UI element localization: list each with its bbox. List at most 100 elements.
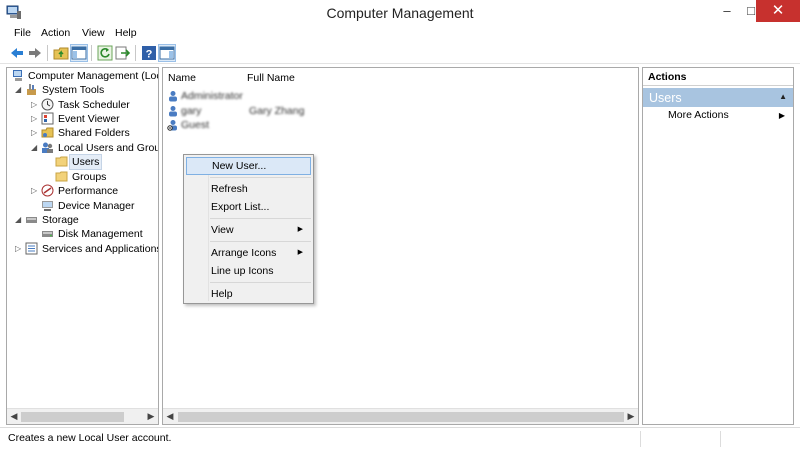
scroll-right-icon[interactable]: ▶ [625,411,637,422]
disk-icon [42,231,53,237]
user-full-name: Gary Zhang [249,105,305,117]
user-name: gary [181,105,202,117]
menu-separator [210,218,311,219]
folder-icon [55,171,68,182]
scroll-right-icon[interactable]: ▶ [145,411,157,422]
tree-label: Storage [42,214,79,226]
scrollbar-thumb[interactable] [178,412,624,422]
collapse-arrow-icon[interactable]: ◢ [15,83,23,97]
menu-item-export-list[interactable]: Export List... [186,198,311,216]
menu-item-view[interactable]: View ▶ [186,221,311,239]
folder-icon [55,156,68,167]
menu-file[interactable]: File [14,27,31,39]
close-button[interactable]: ✕ [756,0,800,22]
tree-label: Computer Management (Local [28,70,159,82]
tree-label: Groups [72,171,107,183]
tree-label: Shared Folders [58,127,130,139]
shared-folder-icon [41,127,54,138]
menu-item-refresh[interactable]: Refresh [186,180,311,198]
user-account-icon [169,91,177,102]
expand-arrow-icon[interactable]: ▷ [31,112,39,126]
show-hide-tree-icon[interactable] [70,44,88,62]
tree-label: Disk Management [58,228,143,240]
actions-header: Actions [643,68,793,86]
forward-arrow-icon[interactable] [27,45,43,61]
context-menu: New User... Refresh Export List... View … [183,154,314,304]
expand-arrow-icon[interactable]: ▷ [31,126,39,140]
services-icon [25,242,38,255]
menu-separator [210,241,311,242]
status-bar: Creates a new Local User account. [0,427,800,450]
status-text: Creates a new Local User account. [8,432,172,444]
menu-item-label: View [211,224,234,236]
collapse-arrow-icon[interactable]: ◢ [15,213,23,227]
device-manager-icon [42,201,53,211]
console-tree-pane[interactable]: Computer Management (Local ◢ System Tool… [6,67,159,425]
tree-label: Services and Applications [42,243,159,255]
column-header-full-name[interactable]: Full Name [247,72,295,84]
scrollbar-thumb[interactable] [21,412,124,422]
user-name: Guest [181,119,210,131]
menu-item-line-up-icons[interactable]: Line up Icons [186,262,311,280]
status-cell [720,431,721,447]
submenu-arrow-icon: ▶ [297,226,303,233]
user-name: Administrator [181,90,243,102]
expand-arrow-icon[interactable]: ▷ [15,242,23,256]
menu-separator [210,282,311,283]
refresh-icon[interactable] [97,45,113,61]
menu-item-arrange-icons[interactable]: Arrange Icons ▶ [186,244,311,262]
back-arrow-icon[interactable] [9,45,25,61]
title-bar: Computer Management – □ ✕ [0,0,800,26]
toolbar-separator [47,45,48,61]
tree-label: System Tools [42,84,105,96]
export-list-icon[interactable] [115,45,131,61]
svg-text:?: ? [146,49,153,61]
up-folder-icon[interactable] [53,45,69,61]
toolbar: ? [0,42,800,64]
tree-label: Task Scheduler [58,99,130,111]
toolbar-separator [135,45,136,61]
tree-label-selected: Users [68,154,103,170]
menu-bar: File Action View Help [0,26,800,42]
tree-label: Performance [58,185,119,197]
collapse-arrow-icon[interactable]: ◢ [31,141,39,155]
actions-group-label: Users [649,91,682,105]
collapse-caret-icon[interactable]: ▲ [779,92,787,101]
expand-arrow-icon[interactable]: ▷ [31,184,39,198]
status-cell [640,431,641,447]
tools-icon [27,84,36,95]
actions-group-users[interactable]: Users ▲ [643,88,793,107]
menu-item-label: Arrange Icons [211,247,277,259]
menu-help[interactable]: Help [115,27,137,39]
actions-pane: Actions Users ▲ More Actions ▶ [642,67,794,425]
column-header-name[interactable]: Name [168,72,196,84]
show-hide-action-pane-icon[interactable] [158,44,176,62]
menu-view[interactable]: View [82,27,105,39]
toolbar-separator [91,45,92,61]
menu-separator [210,177,311,178]
tree-label: Local Users and Groups [58,142,158,154]
menu-item-help[interactable]: Help [186,285,311,303]
user-account-icon [169,106,177,117]
list-horizontal-scrollbar[interactable]: ◀ ▶ [163,408,638,424]
users-groups-icon [42,142,53,153]
event-log-icon [41,112,54,125]
tree-label: Device Manager [58,200,135,212]
submenu-arrow-icon: ▶ [297,249,303,256]
more-actions-link[interactable]: More Actions [668,109,729,121]
user-account-disabled-icon [167,120,177,131]
scroll-left-icon[interactable]: ◀ [8,411,20,422]
expand-arrow-icon[interactable]: ▷ [31,98,39,112]
scroll-left-icon[interactable]: ◀ [164,411,176,422]
clock-icon [41,98,54,111]
tree-horizontal-scrollbar[interactable]: ◀ ▶ [7,408,158,424]
menu-action[interactable]: Action [41,27,70,39]
storage-icon [26,217,37,223]
performance-icon [41,184,54,197]
menu-item-new-user[interactable]: New User... [186,157,311,175]
computer-management-icon [13,70,22,81]
tree-label: Event Viewer [58,113,120,125]
submenu-arrow-icon[interactable]: ▶ [779,111,785,120]
help-icon[interactable]: ? [141,45,157,61]
window-title: Computer Management [326,5,474,21]
